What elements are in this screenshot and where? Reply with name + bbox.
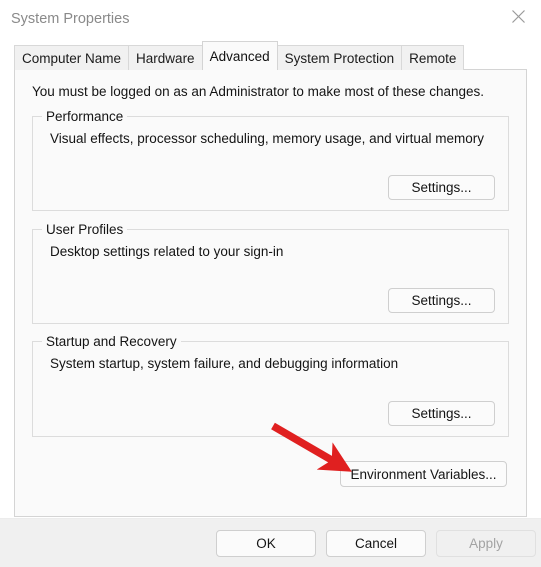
startup-recovery-group: Startup and Recovery System startup, sys… xyxy=(32,334,509,437)
title-bar: System Properties xyxy=(0,0,541,38)
tab-label: System Protection xyxy=(284,50,395,66)
dialog-footer: OK Cancel Apply xyxy=(0,518,541,567)
tab-strip: Computer Name Hardware Advanced System P… xyxy=(14,41,465,71)
tab-label: Remote xyxy=(409,50,457,66)
performance-settings-button[interactable]: Settings... xyxy=(388,175,495,200)
tab-label: Hardware xyxy=(136,50,195,66)
close-icon[interactable] xyxy=(495,0,541,32)
startup-recovery-settings-button[interactable]: Settings... xyxy=(388,401,495,426)
user-profiles-settings-button[interactable]: Settings... xyxy=(388,288,495,313)
group-title: Startup and Recovery xyxy=(42,334,181,349)
group-description: Desktop settings related to your sign-in xyxy=(50,244,284,259)
group-title: User Profiles xyxy=(42,222,128,237)
admin-notice-text: You must be logged on as an Administrato… xyxy=(32,84,485,99)
tab-hardware[interactable]: Hardware xyxy=(128,45,203,70)
user-profiles-group: User Profiles Desktop settings related t… xyxy=(32,222,509,324)
performance-group: Performance Visual effects, processor sc… xyxy=(32,109,509,211)
tab-computer-name[interactable]: Computer Name xyxy=(14,45,130,70)
window-title: System Properties xyxy=(11,11,130,27)
ok-button[interactable]: OK xyxy=(216,530,316,557)
system-properties-window: System Properties Computer Name Hardware… xyxy=(0,0,541,567)
environment-variables-button[interactable]: Environment Variables... xyxy=(340,461,507,487)
group-description: Visual effects, processor scheduling, me… xyxy=(50,131,484,146)
group-description: System startup, system failure, and debu… xyxy=(50,356,399,371)
advanced-tab-panel: You must be logged on as an Administrato… xyxy=(14,69,527,517)
tab-label: Computer Name xyxy=(22,50,122,66)
tab-system-protection[interactable]: System Protection xyxy=(276,45,403,70)
tab-remote[interactable]: Remote xyxy=(401,45,465,70)
apply-button: Apply xyxy=(436,530,536,557)
tab-advanced[interactable]: Advanced xyxy=(201,41,278,71)
group-title: Performance xyxy=(42,109,128,124)
cancel-button[interactable]: Cancel xyxy=(326,530,426,557)
tab-label: Advanced xyxy=(209,48,270,64)
